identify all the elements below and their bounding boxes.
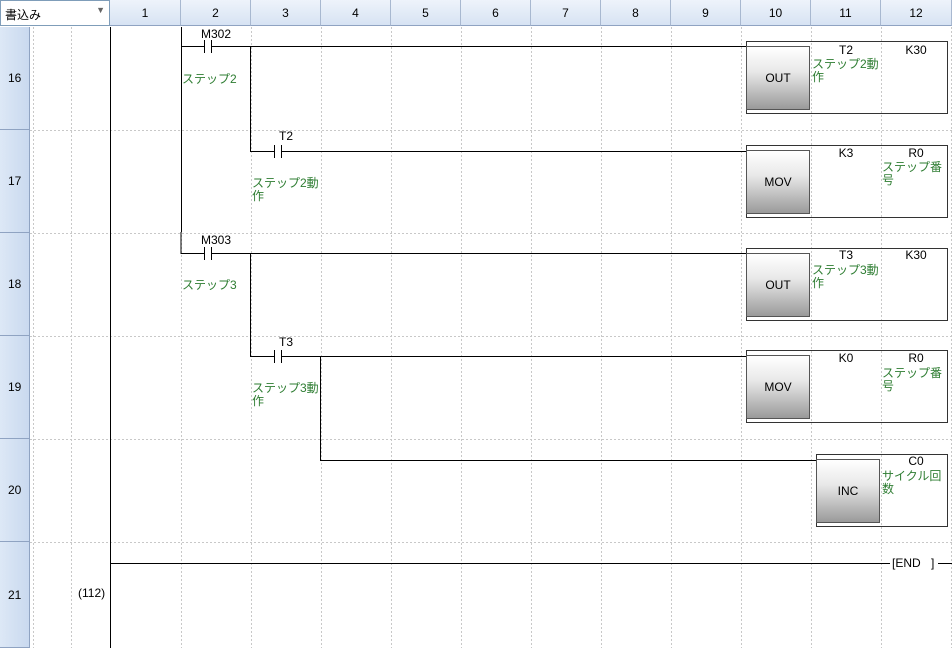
- column-header-1[interactable]: 1: [110, 0, 181, 26]
- operand-t3[interactable]: T3: [811, 248, 881, 262]
- contact-t3-comment: ステップ3動作: [252, 381, 319, 408]
- operand-r0-r19-comment: ステップ番号: [882, 366, 943, 393]
- operand-k0[interactable]: K0: [811, 351, 881, 365]
- column-header-9[interactable]: 9: [671, 0, 741, 26]
- end-bracket: ]: [931, 556, 935, 570]
- operand-t2[interactable]: T2: [811, 43, 881, 57]
- column-header-11[interactable]: 11: [811, 0, 881, 26]
- mode-select[interactable]: 書込み ▼: [0, 0, 110, 26]
- column-header-7[interactable]: 7: [531, 0, 601, 26]
- operand-c0[interactable]: C0: [881, 454, 951, 468]
- column-header-10[interactable]: 10: [741, 0, 811, 26]
- instruction-mov-r17[interactable]: MOV: [746, 150, 810, 214]
- column-header-12[interactable]: 12: [881, 0, 952, 26]
- contact-t2-comment: ステップ2動作: [252, 176, 319, 203]
- mode-select-value: 書込み: [5, 8, 42, 22]
- contact-m302-comment: ステップ2: [182, 72, 237, 86]
- instruction-mov-r19[interactable]: MOV: [746, 355, 810, 419]
- operand-t3-comment: ステップ3動作: [812, 263, 879, 290]
- row-header-16[interactable]: 16: [0, 27, 30, 130]
- operand-r0-r17-comment: ステップ番号: [882, 160, 943, 187]
- operand-t2-comment: ステップ2動作: [812, 57, 879, 84]
- column-header-4[interactable]: 4: [321, 0, 391, 26]
- contact-m303-comment: ステップ3: [182, 278, 237, 292]
- chevron-down-icon[interactable]: ▼: [96, 5, 105, 15]
- instruction-out-r16[interactable]: OUT: [746, 46, 810, 110]
- row-header-19[interactable]: 19: [0, 336, 30, 439]
- contact-t2-label[interactable]: T2: [251, 129, 321, 143]
- contact-m303-label[interactable]: M303: [181, 233, 251, 247]
- row-header-20[interactable]: 20: [0, 439, 30, 542]
- step-number: (112): [78, 586, 106, 600]
- operand-k3[interactable]: K3: [811, 146, 881, 160]
- row-header-17[interactable]: 17: [0, 130, 30, 233]
- operand-k30-r16[interactable]: K30: [881, 43, 951, 57]
- column-header-6[interactable]: 6: [461, 0, 531, 26]
- instruction-out-r18[interactable]: OUT: [746, 253, 810, 317]
- column-header-3[interactable]: 3: [251, 0, 321, 26]
- row-header-21[interactable]: 21: [0, 542, 30, 648]
- operand-r0-r17[interactable]: R0: [881, 146, 951, 160]
- operand-c0-comment: サイクル回数: [882, 469, 942, 496]
- row-header-18[interactable]: 18: [0, 233, 30, 336]
- column-header-5[interactable]: 5: [391, 0, 461, 26]
- contact-t3-label[interactable]: T3: [251, 335, 321, 349]
- instruction-inc-r20[interactable]: INC: [816, 459, 880, 523]
- end-instruction[interactable]: [END: [892, 556, 921, 570]
- contact-m302-label[interactable]: M302: [181, 27, 251, 41]
- grid-lines: [30, 27, 952, 648]
- operand-k30-r18[interactable]: K30: [881, 248, 951, 262]
- operand-r0-r19[interactable]: R0: [881, 351, 951, 365]
- column-header-8[interactable]: 8: [601, 0, 671, 26]
- column-header-2[interactable]: 2: [181, 0, 251, 26]
